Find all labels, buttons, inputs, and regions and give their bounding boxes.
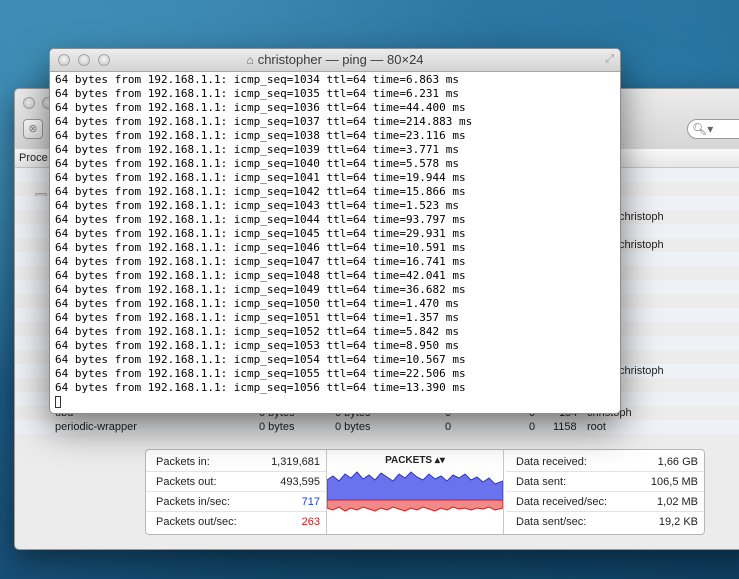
terminal-line: 64 bytes from 192.168.1.1: icmp_seq=1055… <box>55 367 466 380</box>
packets-graph[interactable]: PACKETS ▴▾ <box>326 450 504 534</box>
terminal-titlebar[interactable]: ⌂ christopher — ping — 80×24 ⤢ <box>50 49 620 72</box>
terminal-line: 64 bytes from 192.168.1.1: icmp_seq=1046… <box>55 241 466 254</box>
cell-col4: 0 <box>529 421 536 433</box>
terminal-line: 64 bytes from 192.168.1.1: icmp_seq=1036… <box>55 101 466 114</box>
stat-packets-in: Packets in: 1,319,681 <box>146 452 326 472</box>
stop-icon: ⊗ <box>28 123 38 135</box>
terminal-line: 64 bytes from 192.168.1.1: icmp_seq=1047… <box>55 255 466 268</box>
stat-label: Packets out/sec: <box>156 516 237 528</box>
cell-rcvd: 0 bytes <box>335 421 371 433</box>
terminal-line: 64 bytes from 192.168.1.1: icmp_seq=1053… <box>55 339 459 352</box>
stat-value: 263 <box>301 516 320 528</box>
stat-packets-out: Packets out: 493,595 <box>146 472 326 492</box>
cell-user: christoph <box>619 211 664 223</box>
fullscreen-icon[interactable]: ⤢ <box>605 53 614 66</box>
terminal-line: 64 bytes from 192.168.1.1: icmp_seq=1043… <box>55 199 459 212</box>
terminal-title: ⌂ christopher — ping — 80×24 <box>50 49 620 71</box>
terminal-window[interactable]: ⌂ christopher — ping — 80×24 ⤢ 64 bytes f… <box>49 48 621 414</box>
terminal-line: 64 bytes from 192.168.1.1: icmp_seq=1048… <box>55 269 466 282</box>
stat-data-sent: Data sent: 106,5 MB <box>506 472 704 492</box>
stat-value: 493,595 <box>280 476 320 488</box>
stat-value: 1,319,681 <box>271 456 320 468</box>
cell-process-name: periodic-wrapper <box>55 421 137 433</box>
terminal-output[interactable]: 64 bytes from 192.168.1.1: icmp_seq=1034… <box>55 73 615 409</box>
stat-packets-out-sec: Packets out/sec: 263 <box>146 512 326 532</box>
stat-value: 1,02 MB <box>657 496 698 508</box>
table-row[interactable]: periodic-wrapper 0 bytes 0 bytes 0 0 115… <box>15 420 739 434</box>
home-icon: ⌂ <box>246 53 254 67</box>
stat-data-received-sec: Data received/sec: 1,02 MB <box>506 492 704 512</box>
search-field[interactable]: 🔍︎▾ <box>687 119 739 139</box>
packets-out-area <box>327 499 503 512</box>
text-cursor <box>55 396 61 408</box>
terminal-line: 64 bytes from 192.168.1.1: icmp_seq=1042… <box>55 185 466 198</box>
terminal-line: 64 bytes from 192.168.1.1: icmp_seq=1044… <box>55 213 466 226</box>
stat-label: Packets in/sec: <box>156 496 230 508</box>
stat-value: 19,2 KB <box>658 516 698 528</box>
terminal-line: 64 bytes from 192.168.1.1: icmp_seq=1041… <box>55 171 466 184</box>
stat-data-sent-sec: Data sent/sec: 19,2 KB <box>506 512 704 532</box>
terminal-prompt-line[interactable] <box>55 395 615 409</box>
terminal-line: 64 bytes from 192.168.1.1: icmp_seq=1056… <box>55 381 466 394</box>
column-header-process[interactable]: Proce <box>19 149 48 167</box>
network-stats-panel: Packets in: 1,319,681 Packets out: 493,5… <box>145 449 705 535</box>
terminal-title-text: christopher — ping — 80×24 <box>257 52 424 67</box>
am-close-button[interactable] <box>23 97 35 109</box>
cell-pid: 1158 <box>553 421 577 433</box>
packets-in-area <box>327 471 503 501</box>
terminal-line: 64 bytes from 192.168.1.1: icmp_seq=1050… <box>55 297 459 310</box>
terminal-line: 64 bytes from 192.168.1.1: icmp_seq=1052… <box>55 325 459 338</box>
terminal-line: 64 bytes from 192.168.1.1: icmp_seq=1037… <box>55 115 473 128</box>
stat-value: 106,5 MB <box>650 476 698 488</box>
terminal-line: 64 bytes from 192.168.1.1: icmp_seq=1039… <box>55 143 459 156</box>
stat-label: Packets in: <box>156 456 210 468</box>
cell-user: christoph <box>619 239 664 251</box>
stat-label: Packets out: <box>156 476 217 488</box>
stat-data-received: Data received: 1,66 GB <box>506 452 704 472</box>
stat-value: 1,66 GB <box>657 456 698 468</box>
terminal-line: 64 bytes from 192.168.1.1: icmp_seq=1051… <box>55 311 459 324</box>
terminal-line: 64 bytes from 192.168.1.1: icmp_seq=1035… <box>55 87 459 100</box>
terminal-line: 64 bytes from 192.168.1.1: icmp_seq=1045… <box>55 227 466 240</box>
terminal-line: 64 bytes from 192.168.1.1: icmp_seq=1049… <box>55 283 466 296</box>
stop-process-button[interactable]: ⊗ <box>23 119 43 139</box>
cell-user: christoph <box>619 365 664 377</box>
stat-value: 717 <box>301 496 320 508</box>
stat-label: Data sent/sec: <box>516 516 587 528</box>
cell-col3: 0 <box>445 421 452 433</box>
stat-packets-in-sec: Packets in/sec: 717 <box>146 492 326 512</box>
packets-graph-svg <box>327 471 503 512</box>
cell-sent: 0 bytes <box>259 421 295 433</box>
terminal-line: 64 bytes from 192.168.1.1: icmp_seq=1034… <box>55 73 459 86</box>
stat-label: Data received/sec: <box>516 496 608 508</box>
terminal-line: 64 bytes from 192.168.1.1: icmp_seq=1054… <box>55 353 466 366</box>
cell-user: root <box>587 421 606 433</box>
search-icon: 🔍︎▾ <box>692 122 714 136</box>
terminal-line: 64 bytes from 192.168.1.1: icmp_seq=1040… <box>55 157 459 170</box>
stat-label: Data sent: <box>516 476 567 488</box>
terminal-line: 64 bytes from 192.168.1.1: icmp_seq=1038… <box>55 129 466 142</box>
stat-label: Data received: <box>516 456 587 468</box>
